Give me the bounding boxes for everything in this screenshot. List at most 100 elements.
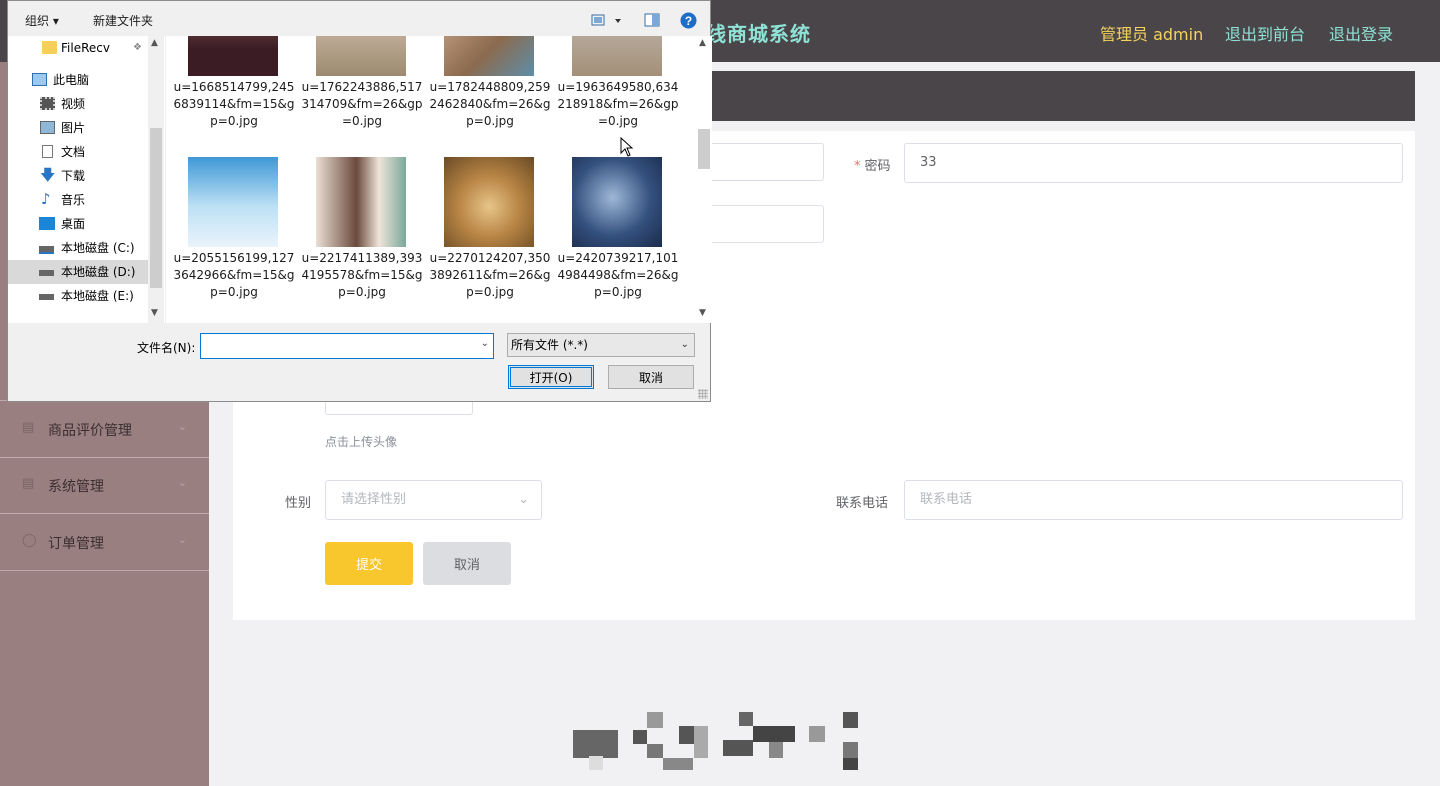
filename-label: 文件名(N): [137, 341, 196, 355]
organize-button[interactable]: 组织 ▾ [25, 12, 59, 29]
drive-icon [39, 246, 54, 254]
clipboard-icon: ▤ [22, 476, 35, 491]
drive-icon [39, 294, 54, 300]
computer-icon [32, 73, 47, 86]
sidebar-item-review[interactable]: ▤ 商品评价管理 ⌄ [0, 400, 209, 458]
file-thumbnail [444, 36, 534, 76]
password-input[interactable]: 33 [904, 143, 1403, 183]
nav-label: FileRecv [61, 41, 110, 55]
file-thumbnail [444, 157, 534, 247]
dialog-cancel-button[interactable]: 取消 [608, 365, 694, 389]
username-input[interactable] [700, 143, 824, 181]
filetype-select[interactable]: 所有文件 (*.*) ⌄ [507, 333, 695, 357]
admin-label: 管理员 admin [1100, 25, 1204, 44]
file-name: u=2420739217,1014984498&fm=26&gp=0.jpg [557, 251, 679, 299]
exit-to-front-link[interactable]: 退出到前台 [1225, 21, 1305, 45]
nav-label: 此电脑 [53, 73, 90, 87]
nav-label: 桌面 [61, 217, 86, 231]
video-icon [40, 97, 55, 110]
svg-text:?: ? [685, 14, 692, 28]
file-thumbnail [188, 36, 278, 76]
name-input[interactable] [700, 205, 824, 243]
download-icon: 🡇 [40, 166, 56, 184]
file-name: u=1762243886,517314709&fm=26&gp=0.jpg [301, 80, 423, 128]
pin-icon: ❖ [133, 42, 142, 53]
picture-icon [40, 121, 55, 134]
scroll-down-icon[interactable]: ▼ [151, 308, 158, 318]
file-list: u=1668514799,2456839114&fm=15&gp=0.jpg u… [166, 36, 696, 323]
nav-scroll-thumb[interactable] [150, 128, 162, 288]
dialog-toolbar: 组织 ▾ 新建文件夹 ? [8, 5, 710, 35]
nav-label: 图片 [61, 121, 86, 135]
nav-item-music[interactable]: ♪ 音乐 [8, 188, 148, 212]
new-folder-button[interactable]: 新建文件夹 [93, 12, 153, 29]
file-name: u=2055156199,1273642966&fm=15&gp=0.jpg [173, 251, 295, 299]
file-name: u=1963649580,634218918&fm=26&gp=0.jpg [557, 80, 679, 128]
file-thumbnail [316, 157, 406, 247]
music-icon: ♪ [41, 190, 51, 208]
chevron-down-icon[interactable]: ⌄ [481, 338, 489, 349]
help-icon[interactable]: ? [680, 12, 697, 29]
file-name: u=1782448809,2592462840&fm=26&gp=0.jpg [429, 80, 551, 128]
nav-item-drive-c[interactable]: 本地磁盘 (C:) [8, 236, 148, 260]
scroll-down-icon[interactable]: ▼ [699, 308, 706, 318]
sidebar-item-orders[interactable]: ◯ 订单管理 ⌄ [0, 514, 209, 571]
sidebar-item-label: 系统管理 [48, 479, 104, 495]
nav-item-desktop[interactable]: 桌面 [8, 212, 148, 236]
nav-item-documents[interactable]: 文档 [8, 140, 148, 164]
pixelated-footer-image [573, 712, 858, 770]
drive-icon [39, 270, 54, 276]
submit-button[interactable]: 提交 [325, 542, 413, 585]
file-name: u=2270124207,3503892611&fm=26&gp=0.jpg [429, 251, 551, 299]
navigation-pane: FileRecv ❖ 此电脑 视频 图片 文档 🡇 下载 ♪ 音乐 桌面 本地磁… [8, 36, 165, 323]
logout-link[interactable]: 退出登录 [1329, 21, 1393, 45]
nav-item-downloads[interactable]: 🡇 下载 [8, 164, 148, 188]
nav-scrollbar[interactable]: ▲ ▼ [148, 36, 164, 323]
form-cancel-button[interactable]: 取消 [423, 542, 511, 585]
password-label: * 密码 [854, 159, 891, 174]
view-options-icon[interactable] [591, 13, 625, 27]
document-icon [42, 145, 53, 158]
chevron-down-icon: ⌄ [177, 533, 187, 546]
sidebar-item-system[interactable]: ▤ 系统管理 ⌄ [0, 457, 209, 514]
phone-input[interactable]: 联系电话 [904, 480, 1403, 520]
desktop-icon [39, 217, 55, 230]
filetype-value: 所有文件 (*.*) [511, 338, 588, 352]
chevron-down-icon: ⌄ [680, 339, 689, 350]
scroll-up-icon[interactable]: ▲ [151, 38, 158, 48]
file-name: u=2217411389,3934195578&fm=15&gp=0.jpg [301, 251, 423, 299]
phone-label: 联系电话 [836, 496, 889, 511]
chevron-down-icon: ⌄ [518, 492, 529, 507]
open-button[interactable]: 打开(O) [508, 365, 594, 389]
file-thumbnail [572, 157, 662, 247]
scroll-up-icon[interactable]: ▲ [699, 38, 706, 48]
nav-label: 文档 [61, 145, 86, 159]
nav-item-filerecv[interactable]: FileRecv ❖ [8, 36, 148, 60]
app-title: 线商城系统 [706, 22, 811, 46]
nav-item-pictures[interactable]: 图片 [8, 116, 148, 140]
preview-pane-icon[interactable] [644, 13, 660, 27]
folder-icon [42, 41, 57, 54]
nav-label: 音乐 [61, 193, 86, 207]
nav-item-videos[interactable]: 视频 [8, 92, 148, 116]
briefcase-icon: ▤ [22, 420, 35, 435]
filename-input[interactable]: ⌄ [200, 333, 494, 359]
file-scroll-thumb[interactable] [698, 129, 710, 169]
nav-label: 下载 [61, 169, 86, 183]
sidebar-item-label: 订单管理 [48, 536, 104, 552]
circle-icon: ◯ [22, 533, 37, 548]
gender-select[interactable]: 请选择性别 ⌄ [325, 480, 542, 520]
file-thumbnail [188, 157, 278, 247]
nav-item-this-pc[interactable]: 此电脑 [8, 68, 148, 92]
nav-item-drive-d[interactable]: 本地磁盘 (D:) [8, 260, 148, 284]
file-list-scrollbar[interactable]: ▲ ▼ [696, 36, 712, 323]
chevron-down-icon: ⌄ [177, 420, 187, 433]
resize-grip-icon[interactable] [698, 389, 708, 399]
gender-placeholder: 请选择性别 [341, 492, 407, 507]
file-name: u=1668514799,2456839114&fm=15&gp=0.jpg [173, 80, 295, 128]
nav-label: 本地磁盘 (E:) [61, 289, 134, 303]
nav-item-drive-e[interactable]: 本地磁盘 (E:) [8, 284, 148, 308]
file-thumbnail [572, 36, 662, 76]
file-thumbnail [316, 36, 406, 76]
nav-label: 本地磁盘 (D:) [61, 265, 136, 279]
